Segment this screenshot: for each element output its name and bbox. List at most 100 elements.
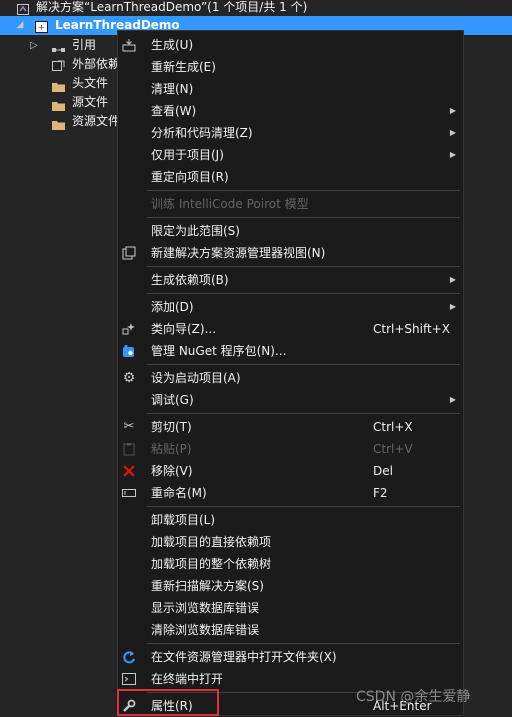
menu-item-label: 卸载项目(L) [151,513,216,527]
menu-item-label: 添加(D) [151,300,194,314]
highlight-annotation-box [117,689,219,716]
menu-separator [147,217,460,218]
menu-separator [147,506,460,507]
menu-item-label: 重新扫描解决方案(S) [151,579,264,593]
menu-item-label: 显示浏览数据库错误 [151,601,260,615]
tree-item-external-dependencies[interactable]: 外部依赖项 [0,55,117,74]
tree-item-label: 头文件 [72,76,109,90]
menu-item-rebuild[interactable]: 重新生成(E) [118,56,463,78]
tree-item-header-files[interactable]: 头文件 [0,74,117,93]
menu-item-label: 重命名(M) [151,486,207,500]
menu-item-label: 重新生成(E) [151,60,216,74]
menu-separator [147,643,460,644]
tree-item-label: 引用 [72,38,97,52]
menu-item-label: 清除浏览数据库错误 [151,623,260,637]
menu-item-clear-db-errors[interactable]: 清除浏览数据库错误 [118,619,463,641]
menu-item-manage-nuget[interactable]: 管理 NuGet 程序包(N)... [118,340,463,362]
menu-separator [147,364,460,365]
clipboard-icon [122,442,136,456]
menu-item-load-direct-deps[interactable]: 加载项目的直接依赖项 [118,531,463,553]
menu-item-label: 限定为此范围(S) [151,224,240,238]
menu-item-new-solution-view[interactable]: 新建解决方案资源管理器视图(N) [118,242,463,264]
menu-item-view[interactable]: 查看(W) ▶ [118,100,463,122]
nuget-icon [122,344,136,358]
menu-item-label: 训练 IntelliCode Poirot 模型 [151,197,309,211]
menu-item-label: 在文件资源管理器中打开文件夹(X) [151,650,337,664]
menu-item-label: 移除(V) [151,464,193,478]
menu-item-label: 加载项目的整个依赖树 [151,557,272,571]
refresh-arrow-icon [122,650,136,664]
menu-item-label: 剪切(T) [151,420,192,434]
menu-item-shortcut: Ctrl+Shift+X [373,322,450,336]
references-icon [52,41,65,52]
cpp-project-icon: + [35,20,48,33]
menu-item-show-db-errors[interactable]: 显示浏览数据库错误 [118,597,463,619]
submenu-arrow-icon: ▶ [449,275,456,284]
menu-item-label: 重定向项目(R) [151,170,229,184]
solution-node[interactable]: 解决方案“LearnThreadDemo”(1 个项目/共 1 个) [0,0,512,17]
menu-item-shortcut: Del [373,464,393,478]
menu-item-label: 调试(G) [151,393,194,407]
menu-item-shortcut: F2 [373,486,388,500]
tree-item-label: 外部依赖项 [72,57,117,71]
submenu-arrow-icon: ▶ [449,395,456,404]
gear-icon: ⚙ [122,370,136,386]
menu-separator [147,190,460,191]
menu-item-label: 查看(W) [151,104,197,118]
menu-item-project-only[interactable]: 仅用于项目(J) ▶ [118,144,463,166]
menu-item-add[interactable]: 添加(D) ▶ [118,296,463,318]
watermark: CSDN @余生爱静 [356,689,471,705]
folder-icon [52,117,65,130]
menu-item-build[interactable]: 生成(U) [118,34,463,56]
menu-item-set-startup[interactable]: ⚙ 设为启动项目(A) [118,367,463,389]
menu-item-rescan[interactable]: 重新扫描解决方案(S) [118,575,463,597]
menu-separator [147,266,460,267]
menu-item-paste: 粘贴(P) Ctrl+V [118,438,463,460]
menu-item-analyze[interactable]: 分析和代码清理(Z) ▶ [118,122,463,144]
menu-item-shortcut: Ctrl+X [373,420,413,434]
rename-icon [122,486,136,500]
menu-item-label: 管理 NuGet 程序包(N)... [151,344,287,358]
menu-item-label: 粘贴(P) [151,442,192,456]
menu-item-retarget[interactable]: 重定向项目(R) [118,166,463,188]
svg-text:+: + [38,23,45,32]
menu-item-train-intellicode: 训练 IntelliCode Poirot 模型 [118,193,463,215]
tree-item-label: 资源文件 [72,114,117,128]
menu-item-class-wizard[interactable]: 类向导(Z)... Ctrl+Shift+X [118,318,463,340]
menu-item-label: 分析和代码清理(Z) [151,126,253,140]
menu-item-label: 新建解决方案资源管理器视图(N) [151,246,326,260]
folder-icon [52,79,65,92]
collapsed-chevron-icon[interactable]: ▷ [28,36,40,55]
tree-item-source-files[interactable]: 源文件 [0,93,117,112]
menu-item-unload[interactable]: 卸载项目(L) [118,509,463,531]
menu-item-load-dep-tree[interactable]: 加载项目的整个依赖树 [118,553,463,575]
menu-item-label: 生成依赖项(B) [151,273,229,287]
submenu-arrow-icon: ▶ [449,128,456,137]
menu-item-scope-to-this[interactable]: 限定为此范围(S) [118,220,463,242]
menu-item-label: 设为启动项目(A) [151,371,241,385]
folder-icon [52,98,65,111]
submenu-arrow-icon: ▶ [449,150,456,159]
menu-separator [147,413,460,414]
menu-item-label: 清理(N) [151,82,194,96]
menu-item-rename[interactable]: 重命名(M) F2 [118,482,463,504]
menu-item-open-in-explorer[interactable]: 在文件资源管理器中打开文件夹(X) [118,646,463,668]
menu-item-label: 类向导(Z)... [151,322,217,336]
menu-item-label: 在终端中打开 [151,672,224,686]
tree-item-references[interactable]: ▷ 引用 [0,36,117,55]
solution-icon [17,2,29,15]
external-deps-icon [52,59,65,71]
menu-item-label: 仅用于项目(J) [151,148,224,162]
menu-item-debug[interactable]: 调试(G) ▶ [118,389,463,411]
tree-item-resource-files[interactable]: 资源文件 [0,112,117,131]
menu-item-remove[interactable]: 移除(V) Del [118,460,463,482]
expand-chevron-icon[interactable]: ◢ [14,16,26,35]
menu-item-clean[interactable]: 清理(N) [118,78,463,100]
menu-item-build-dependencies[interactable]: 生成依赖项(B) ▶ [118,269,463,291]
menu-item-label: 加载项目的直接依赖项 [151,535,272,549]
menu-item-label: 生成(U) [151,38,194,52]
menu-item-cut[interactable]: ✂ 剪切(T) Ctrl+X [118,416,463,438]
submenu-arrow-icon: ▶ [449,302,456,311]
build-icon [122,38,136,52]
scissors-icon: ✂ [123,419,135,434]
